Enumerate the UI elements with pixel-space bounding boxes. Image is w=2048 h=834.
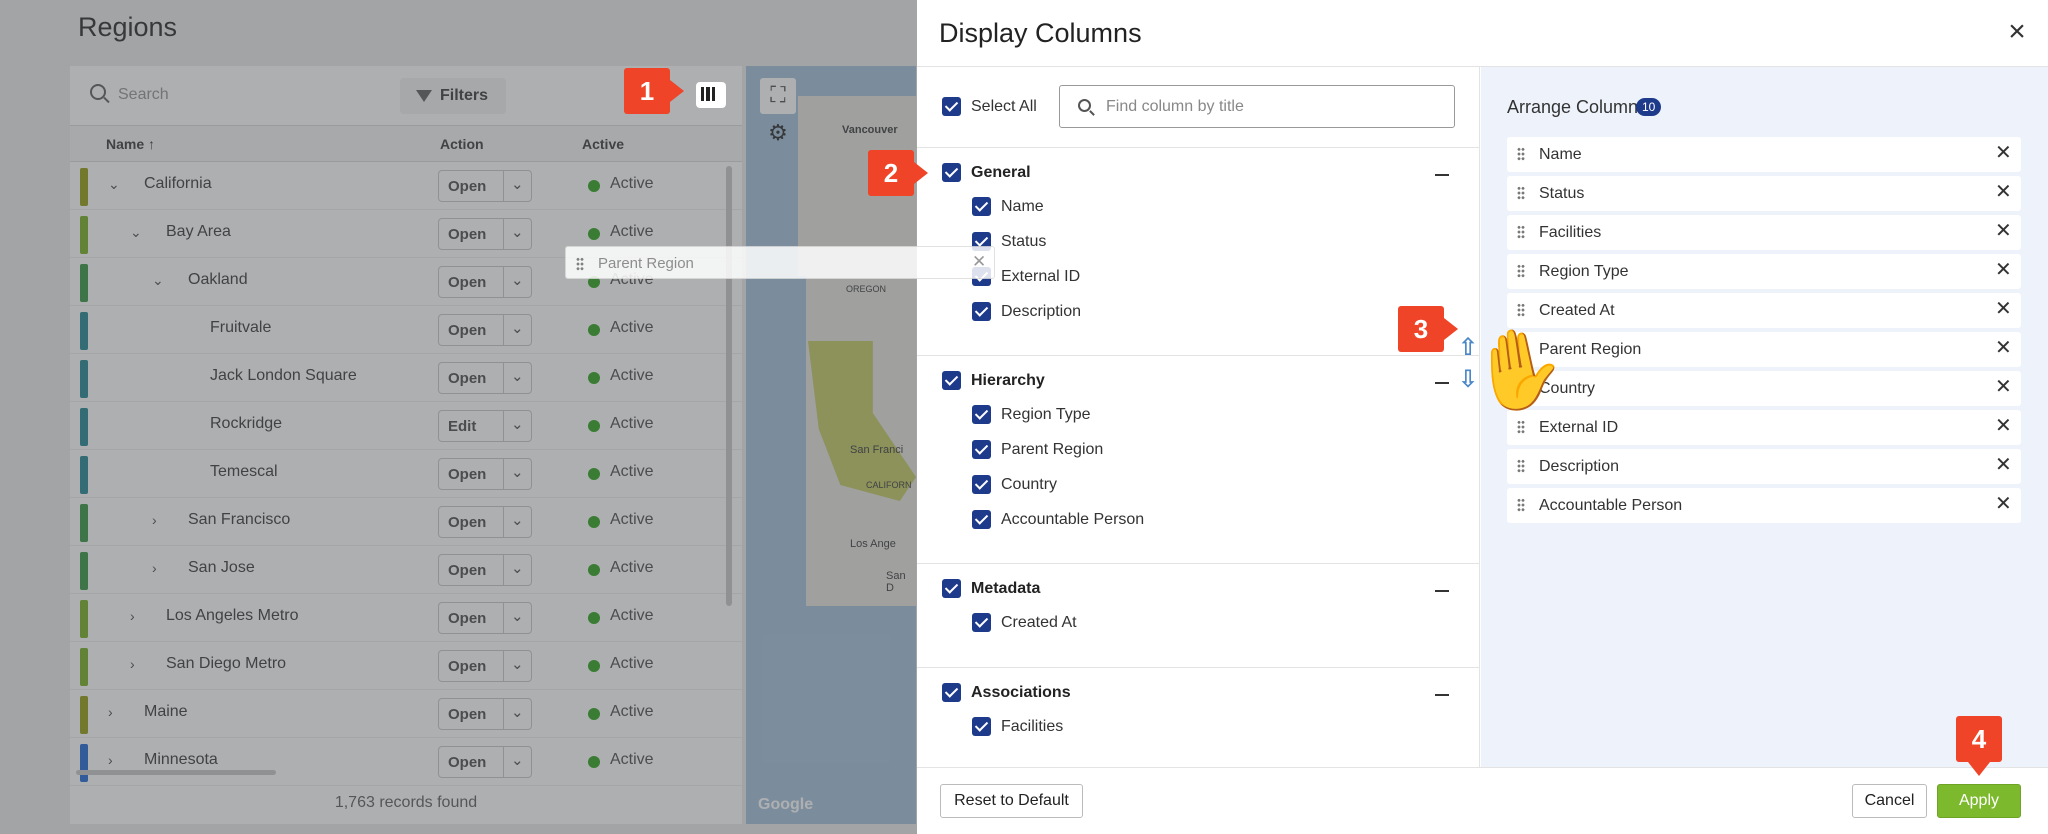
column-checkbox[interactable] — [972, 197, 991, 216]
drag-handle-icon[interactable] — [1517, 498, 1525, 512]
arranged-column-item[interactable]: Parent Region ✕ — [1507, 332, 2021, 367]
drag-handle-icon[interactable] — [1517, 225, 1525, 239]
apply-button[interactable]: Apply — [1937, 784, 2021, 818]
arranged-column-item[interactable]: External ID ✕ — [1507, 410, 2021, 445]
modal-backdrop[interactable] — [0, 0, 917, 834]
arranged-column-label: Accountable Person — [1539, 497, 1683, 514]
remove-column-icon[interactable]: ✕ — [1995, 415, 2012, 437]
collapse-icon[interactable] — [1435, 174, 1449, 176]
arranged-column-item[interactable]: Country ✕ — [1507, 371, 2021, 406]
dialog-title: Display Columns — [939, 18, 1142, 48]
column-settings-icon — [701, 87, 715, 101]
remove-column-icon[interactable]: ✕ — [1995, 259, 2012, 281]
dialog-header: Display Columns × — [917, 0, 2048, 67]
drag-handle-icon[interactable] — [1517, 459, 1525, 473]
divider — [917, 147, 1480, 148]
group-title[interactable]: Hierarchy — [971, 372, 1045, 390]
drag-handle-icon[interactable] — [1517, 264, 1525, 278]
drag-handle-icon[interactable] — [1517, 420, 1525, 434]
column-checkbox[interactable] — [972, 717, 991, 736]
column-option-label[interactable]: Country — [1001, 476, 1057, 494]
cancel-button[interactable]: Cancel — [1852, 784, 1927, 818]
remove-column-icon[interactable]: ✕ — [1995, 493, 2012, 515]
collapse-icon[interactable] — [1435, 590, 1449, 592]
column-option-label[interactable]: Name — [1001, 198, 1044, 216]
column-selection-pane: Select All General Name Status External ID D… — [917, 67, 1480, 767]
arranged-column-item[interactable]: Description ✕ — [1507, 449, 2021, 484]
divider — [917, 563, 1480, 564]
drag-handle-icon[interactable] — [576, 257, 584, 271]
divider — [917, 355, 1480, 356]
column-checkbox[interactable] — [972, 440, 991, 459]
arranged-column-label: Description — [1539, 458, 1620, 475]
group-title[interactable]: General — [971, 164, 1031, 182]
column-checkbox[interactable] — [972, 510, 991, 529]
remove-column-icon[interactable]: ✕ — [1995, 337, 2012, 359]
drag-handle-icon[interactable] — [1517, 186, 1525, 200]
remove-column-icon[interactable]: ✕ — [1995, 142, 2012, 164]
group-checkbox[interactable] — [942, 579, 961, 598]
collapse-icon[interactable] — [1435, 382, 1449, 384]
arranged-column-label: Status — [1539, 185, 1585, 202]
callout-4: 4 — [1956, 716, 2002, 776]
grab-hand-icon: ✋ — [1464, 318, 1573, 420]
remove-icon: ✕ — [972, 252, 987, 271]
divider — [917, 667, 1480, 668]
close-icon[interactable]: × — [2004, 17, 2030, 47]
arranged-column-label: Region Type — [1539, 263, 1629, 280]
drag-handle-icon[interactable] — [1517, 303, 1525, 317]
arranged-column-label: Facilities — [1539, 224, 1602, 241]
column-checkbox[interactable] — [972, 613, 991, 632]
group-title[interactable]: Associations — [971, 684, 1071, 702]
column-settings-highlight — [696, 82, 726, 108]
column-checkbox[interactable] — [972, 475, 991, 494]
arranged-column-item[interactable]: Region Type ✕ — [1507, 254, 2021, 289]
group-checkbox[interactable] — [942, 163, 961, 182]
arranged-column-item[interactable]: Created At ✕ — [1507, 293, 2021, 328]
remove-column-icon[interactable]: ✕ — [1995, 220, 2012, 242]
remove-column-icon[interactable]: ✕ — [1995, 376, 2012, 398]
dialog-footer: Reset to Default Cancel Apply — [917, 767, 2048, 834]
arranged-column-label: Name — [1539, 146, 1582, 163]
dragging-column-label: Parent Region — [598, 255, 694, 272]
find-column-field[interactable] — [1059, 85, 1455, 128]
remove-column-icon[interactable]: ✕ — [1995, 298, 2012, 320]
callout-1: 1 — [624, 68, 684, 114]
column-option-label[interactable]: Region Type — [1001, 406, 1091, 424]
arranged-column-item[interactable]: Name ✕ — [1507, 137, 2021, 172]
select-all-checkbox[interactable] — [942, 97, 961, 116]
column-option-label[interactable]: External ID — [1001, 268, 1080, 286]
collapse-icon[interactable] — [1435, 694, 1449, 696]
drag-handle-icon[interactable] — [1517, 147, 1525, 161]
group-checkbox[interactable] — [942, 371, 961, 390]
select-all-label[interactable]: Select All — [971, 98, 1037, 116]
callout-2: 2 — [868, 150, 928, 196]
find-column-input[interactable] — [1106, 96, 1436, 118]
group-title[interactable]: Metadata — [971, 580, 1040, 598]
arranged-column-label: External ID — [1539, 419, 1619, 436]
arranged-column-item[interactable]: Status ✕ — [1507, 176, 2021, 211]
arranged-column-item[interactable]: Accountable Person ✕ — [1507, 488, 2021, 523]
arrange-columns-title: Arrange Columns — [1507, 97, 1648, 117]
column-checkbox[interactable] — [972, 405, 991, 424]
column-option-label[interactable]: Accountable Person — [1001, 511, 1144, 529]
column-option-label[interactable]: Parent Region — [1001, 441, 1103, 459]
arranged-column-label: Created At — [1539, 302, 1615, 319]
column-option-label[interactable]: Description — [1001, 303, 1081, 321]
column-checkbox[interactable] — [972, 302, 991, 321]
arranged-column-item[interactable]: Facilities ✕ — [1507, 215, 2021, 250]
search-icon — [1078, 99, 1091, 112]
callout-3: 3 — [1398, 306, 1458, 352]
column-option-label[interactable]: Created At — [1001, 614, 1077, 632]
dragging-column-item[interactable]: Parent Region ✕ — [565, 246, 995, 279]
remove-column-icon[interactable]: ✕ — [1995, 181, 2012, 203]
column-count-badge: 10 — [1636, 98, 1662, 116]
group-checkbox[interactable] — [942, 683, 961, 702]
column-option-label[interactable]: Facilities — [1001, 718, 1063, 736]
column-option-label[interactable]: Status — [1001, 233, 1046, 251]
remove-column-icon[interactable]: ✕ — [1995, 454, 2012, 476]
arrange-columns-pane: Arrange Columns 10 Name ✕ Status ✕ Facilitie… — [1481, 67, 2048, 767]
reset-to-default-button[interactable]: Reset to Default — [940, 784, 1083, 818]
